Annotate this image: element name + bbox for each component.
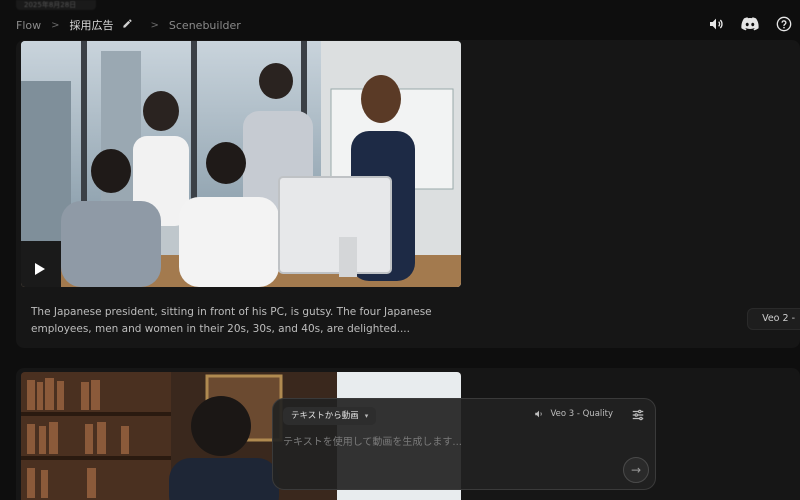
help-icon[interactable]: [774, 14, 794, 34]
breadcrumb-flow[interactable]: Flow: [16, 19, 41, 32]
prompt-input[interactable]: [283, 433, 583, 451]
settings-sliders-icon[interactable]: [631, 408, 645, 422]
date-tag: 2025年8月28日: [16, 0, 96, 10]
prompt-composer: テキストから動画 ▾ Veo 3 - Quality →: [272, 398, 656, 490]
chevron-right-icon: >: [150, 19, 159, 31]
play-icon[interactable]: [35, 263, 45, 275]
header-actions: [706, 14, 794, 34]
clip-model-chip[interactable]: Veo 2 -: [747, 308, 800, 330]
send-button[interactable]: →: [623, 457, 649, 483]
clip-thumbnail[interactable]: [21, 41, 461, 287]
speaker-icon[interactable]: [706, 14, 726, 34]
chevron-right-icon: >: [51, 19, 60, 31]
top-bar: Flow > 採用広告 > Scenebuilder: [0, 10, 800, 40]
caret-down-icon: ▾: [364, 412, 369, 420]
clip-description: The Japanese president, sitting in front…: [31, 306, 432, 335]
mode-select-button[interactable]: テキストから動画 ▾: [283, 407, 377, 425]
arrow-right-icon: →: [630, 463, 642, 477]
model-select-label: Veo 3 - Quality: [550, 409, 613, 419]
breadcrumb: Flow > 採用広告 > Scenebuilder: [16, 17, 241, 33]
model-select[interactable]: Veo 3 - Quality: [534, 409, 613, 419]
discord-icon[interactable]: [740, 14, 760, 34]
pencil-icon[interactable]: [122, 18, 133, 32]
breadcrumb-scenebuilder[interactable]: Scenebuilder: [169, 19, 241, 32]
breadcrumb-project[interactable]: 採用広告: [70, 17, 114, 33]
mode-select-label: テキストから動画: [291, 411, 359, 421]
speaker-icon: [535, 410, 543, 418]
clip-card[interactable]: The Japanese president, sitting in front…: [16, 40, 800, 348]
